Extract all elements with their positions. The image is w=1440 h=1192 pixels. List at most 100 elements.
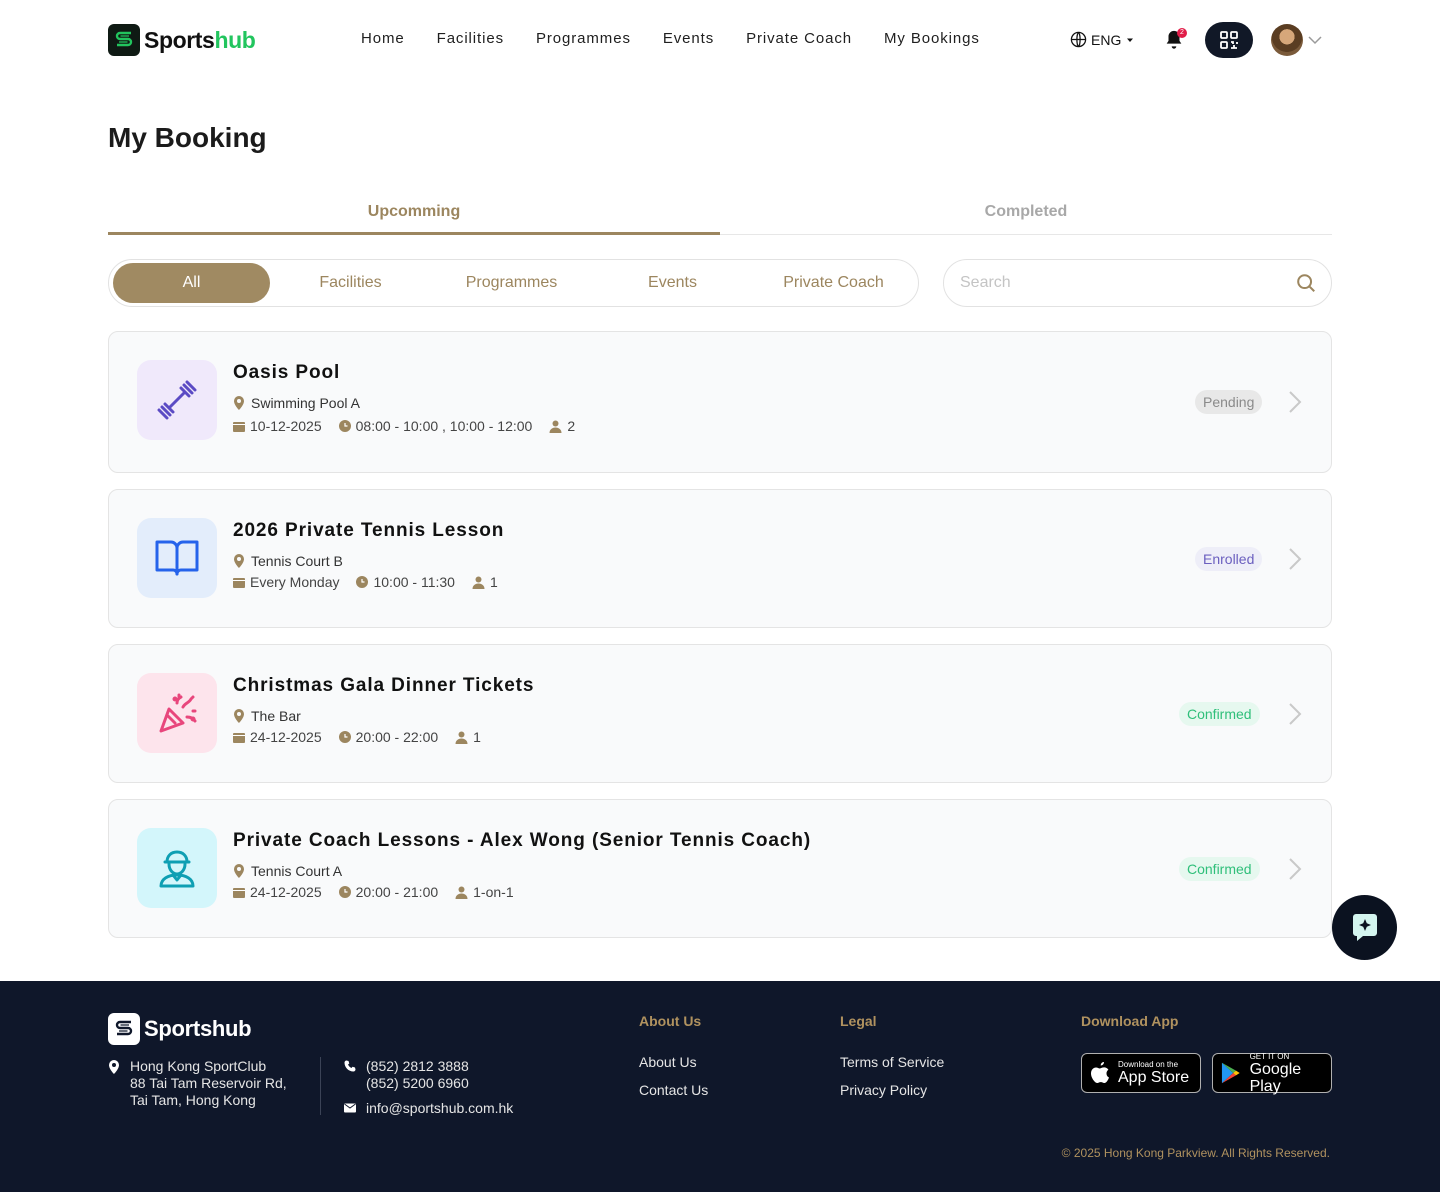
booking-people: 1-on-1 xyxy=(473,884,514,900)
booking-people: 1 xyxy=(489,574,498,590)
tab-completed[interactable]: Completed xyxy=(720,196,1332,234)
search-input[interactable] xyxy=(960,274,1295,292)
filter-facilities[interactable]: Facilities xyxy=(270,263,431,303)
notification-button[interactable]: 2 xyxy=(1163,28,1187,53)
footer-link-terms[interactable]: Terms of Service xyxy=(840,1054,944,1070)
top-header: Sportshub Home Facilities Programmes Eve… xyxy=(0,0,1440,80)
location-pin-icon xyxy=(234,554,244,568)
sportshub-logo[interactable]: Sportshub xyxy=(108,24,256,56)
booking-tabs: Upcomming Completed xyxy=(108,196,1332,235)
globe-icon xyxy=(1070,31,1087,48)
booking-meta: 10-12-2025 08:00 - 10:00 , 10:00 - 12:00… xyxy=(233,418,592,434)
footer-about-heading: About Us xyxy=(639,1013,702,1029)
footer-logo-mark-icon xyxy=(108,1013,140,1045)
phone-number[interactable]: (852) 2812 3888 xyxy=(366,1058,469,1075)
booking-location: The Bar xyxy=(233,708,301,724)
booking-meta: 24-12-2025 20:00 - 21:00 1-on-1 xyxy=(233,884,531,900)
qr-code-icon xyxy=(1220,31,1238,49)
booking-time: 08:00 - 10:00 , 10:00 - 12:00 xyxy=(355,418,533,434)
nav-programmes[interactable]: Programmes xyxy=(536,30,631,47)
booking-date: 10-12-2025 xyxy=(250,418,322,434)
clock-icon xyxy=(338,731,351,743)
app-store-button[interactable]: Download on the App Store xyxy=(1081,1053,1201,1093)
app-store-small: Download on the xyxy=(1118,1060,1179,1069)
chevron-right-icon[interactable] xyxy=(1287,702,1303,726)
nav-home[interactable]: Home xyxy=(361,30,405,47)
main-nav: Home Facilities Programmes Events Privat… xyxy=(361,30,1012,47)
footer-divider xyxy=(320,1057,321,1115)
status-badge: Enrolled xyxy=(1195,547,1263,571)
person-icon xyxy=(455,731,468,744)
chevron-right-icon[interactable] xyxy=(1287,547,1303,571)
booking-date: Every Monday xyxy=(250,574,340,590)
location-pin-icon xyxy=(234,396,244,410)
email-link[interactable]: info@sportshub.com.hk xyxy=(366,1100,513,1117)
phone-number[interactable]: (852) 5200 6960 xyxy=(366,1075,469,1092)
clock-icon xyxy=(338,886,351,898)
booking-location: Tennis Court A xyxy=(233,863,342,879)
apple-icon xyxy=(1091,1062,1109,1083)
nav-my-bookings[interactable]: My Bookings xyxy=(884,30,980,47)
chat-assistant-button[interactable] xyxy=(1332,895,1397,960)
dumbbell-icon xyxy=(137,360,217,440)
footer-contact: (852) 2812 3888 (852) 5200 6960 info@spo… xyxy=(344,1058,513,1117)
nav-facilities[interactable]: Facilities xyxy=(437,30,504,47)
logo-mark-icon xyxy=(108,24,140,56)
user-avatar[interactable] xyxy=(1271,24,1303,56)
filter-programmes[interactable]: Programmes xyxy=(431,263,592,303)
language-selector[interactable]: ENG xyxy=(1070,31,1135,48)
calendar-icon xyxy=(233,578,245,588)
booking-meta: Every Monday 10:00 - 11:30 1 xyxy=(233,574,515,590)
language-label: ENG xyxy=(1091,31,1122,48)
booking-time: 20:00 - 22:00 xyxy=(355,729,439,745)
status-badge: Confirmed xyxy=(1179,702,1260,726)
booking-location: Swimming Pool A xyxy=(233,395,360,411)
person-icon xyxy=(455,886,468,899)
chevron-right-icon[interactable] xyxy=(1287,857,1303,881)
chat-sparkle-icon xyxy=(1352,913,1377,941)
footer-download-heading: Download App xyxy=(1081,1013,1179,1029)
footer-link-privacy[interactable]: Privacy Policy xyxy=(840,1082,927,1098)
google-play-label: Google Play xyxy=(1249,1060,1302,1095)
calendar-icon xyxy=(233,888,245,898)
footer-link-contact[interactable]: Contact Us xyxy=(639,1082,708,1098)
filter-events[interactable]: Events xyxy=(592,263,753,303)
search-box xyxy=(943,259,1332,307)
mail-icon xyxy=(344,1103,356,1113)
calendar-icon xyxy=(233,422,245,432)
category-filter: All Facilities Programmes Events Private… xyxy=(108,259,919,307)
tab-upcoming[interactable]: Upcomming xyxy=(108,196,720,235)
clock-icon xyxy=(338,420,351,432)
footer-logo-text: Sportshub xyxy=(144,1016,252,1041)
nav-private-coach[interactable]: Private Coach xyxy=(746,30,852,47)
coach-icon xyxy=(137,828,217,908)
location-pin-icon xyxy=(234,864,244,878)
booking-time: 10:00 - 11:30 xyxy=(373,574,455,590)
booking-card[interactable]: Private Coach Lessons - Alex Wong (Senio… xyxy=(108,799,1332,938)
qr-code-button[interactable] xyxy=(1205,22,1253,58)
chevron-right-icon[interactable] xyxy=(1287,390,1303,414)
booking-date: 24-12-2025 xyxy=(250,884,322,900)
status-badge: Pending xyxy=(1195,390,1263,414)
filter-private-coach[interactable]: Private Coach xyxy=(753,263,914,303)
booking-card[interactable]: Oasis Pool Swimming Pool A 10-12-2025 08… xyxy=(108,331,1332,473)
booking-meta: 24-12-2025 20:00 - 22:00 1 xyxy=(233,729,498,745)
booking-card[interactable]: Christmas Gala Dinner Tickets The Bar 24… xyxy=(108,644,1332,783)
booking-title: Oasis Pool xyxy=(233,362,341,383)
app-store-label: App Store xyxy=(1118,1069,1190,1086)
booking-card[interactable]: 2026 Private Tennis Lesson Tennis Court … xyxy=(108,489,1332,628)
booking-date: 24-12-2025 xyxy=(250,729,322,745)
footer-logo[interactable]: Sportshub xyxy=(108,1013,252,1045)
google-play-small: GET IT ON xyxy=(1249,1051,1290,1061)
google-play-button[interactable]: GET IT ON Google Play xyxy=(1212,1051,1332,1095)
chevron-down-icon[interactable] xyxy=(1308,33,1322,47)
filter-all[interactable]: All xyxy=(113,263,270,303)
search-icon[interactable] xyxy=(1295,272,1317,294)
booking-location: Tennis Court B xyxy=(233,553,343,569)
footer-link-about[interactable]: About Us xyxy=(639,1054,697,1070)
person-icon xyxy=(549,420,562,433)
phone-icon xyxy=(344,1060,356,1072)
nav-events[interactable]: Events xyxy=(663,30,714,47)
footer-legal-heading: Legal xyxy=(840,1013,877,1029)
booking-time: 20:00 - 21:00 xyxy=(355,884,439,900)
